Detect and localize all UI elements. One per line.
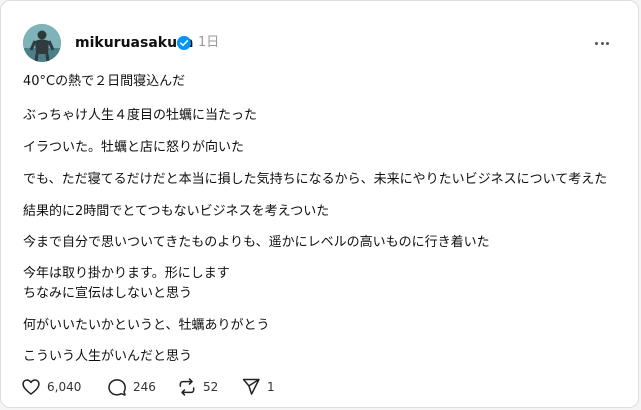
- repost-button[interactable]: 52: [177, 377, 218, 397]
- post-time: 1日: [198, 35, 220, 50]
- post-line: イラついた。牡蠣と店に怒りが向いた: [23, 140, 245, 155]
- post-card: mikuruasakura 1日 40°Cの熱で２日間寝込んだ ぶっちゃけ人生４…: [0, 0, 639, 408]
- reply-button[interactable]: 246: [107, 377, 156, 397]
- share-button[interactable]: 1: [241, 377, 275, 397]
- comment-icon: [108, 379, 126, 396]
- username[interactable]: mikuruasakura: [75, 35, 193, 51]
- reply-count: 246: [133, 380, 156, 394]
- post-line: 40°Cの熱で２日間寝込んだ: [23, 74, 186, 89]
- like-button[interactable]: 6,040: [21, 377, 81, 397]
- post-line: こういう人生がいんだと思う: [23, 349, 193, 364]
- post-line: 結果的に2時間でとてつもないビジネスを考えついた: [23, 204, 330, 219]
- repost-count: 52: [203, 380, 219, 394]
- post-line: 今年は取り掛かります。形にします: [23, 266, 230, 281]
- repost-icon: [179, 378, 195, 396]
- like-count: 6,040: [47, 380, 82, 394]
- post-line: ぶっちゃけ人生４度目の牡蠣に当たった: [23, 108, 258, 123]
- share-count: 1: [267, 380, 275, 394]
- heart-icon: [22, 379, 40, 395]
- post-line: でも、ただ寝てるだけだと本当に損した気持ちになるから、未来にやりたいビジネスにつ…: [23, 172, 608, 187]
- avatar[interactable]: [23, 24, 61, 62]
- post-line: 今まで自分で思いついてきたものよりも、遥かにレベルの高いものに行き着いた: [23, 235, 490, 250]
- send-icon: [242, 378, 260, 395]
- more-options-icon[interactable]: [595, 35, 609, 51]
- verified-badge-icon: [177, 36, 191, 50]
- post-line: ちなみに宣伝はしないと思う: [23, 286, 193, 301]
- post-line: 何がいいたいかというと、牡蠣ありがとう: [23, 318, 270, 333]
